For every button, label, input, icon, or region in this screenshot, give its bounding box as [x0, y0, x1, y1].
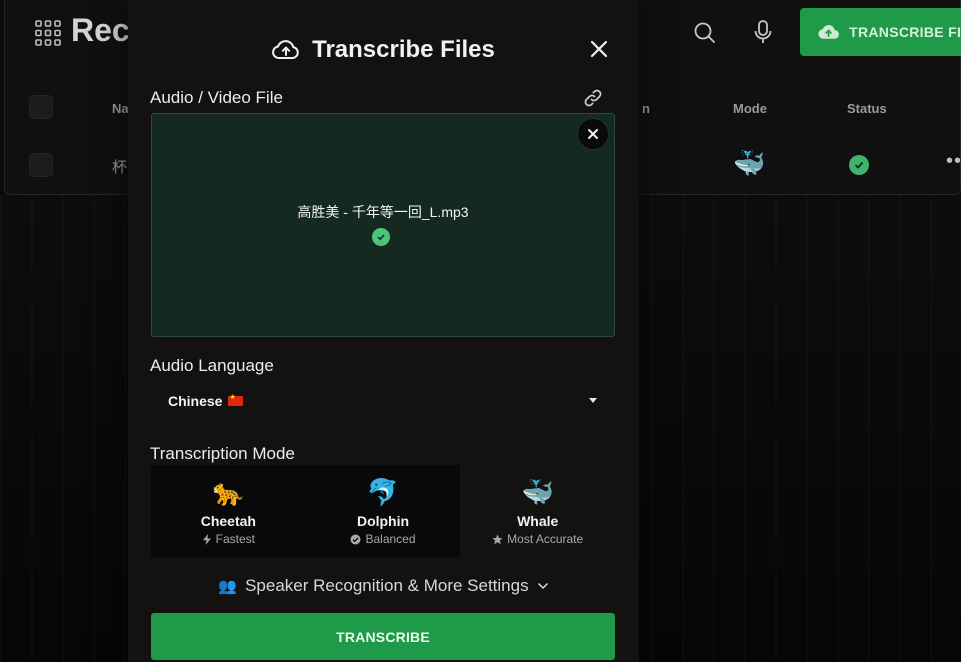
people-icon: 👥	[218, 578, 238, 595]
file-ready-check-icon	[372, 228, 390, 246]
star-icon	[492, 534, 503, 544]
mode-option-dolphin[interactable]: 🐬 Dolphin Balanced	[305, 465, 461, 557]
chevron-down-icon	[589, 398, 597, 403]
mode-option-sub: Most Accurate	[507, 532, 584, 546]
apps-grid-icon[interactable]	[35, 20, 61, 46]
transcribe-files-button[interactable]: TRANSCRIBE FIL	[800, 8, 961, 56]
close-icon	[588, 129, 598, 139]
china-flag-icon	[228, 393, 244, 406]
row-more-icon[interactable]: ••	[946, 150, 961, 173]
transcribe-files-dialog: Transcribe Files Audio / Video File 高胜美 …	[128, 0, 639, 662]
whale-icon: 🐳	[521, 477, 554, 507]
column-header-mode[interactable]: Mode	[733, 101, 767, 116]
link-icon[interactable]	[583, 88, 603, 108]
mode-option-sub: Balanced	[365, 532, 416, 546]
dialog-header: Transcribe Files	[128, 30, 639, 70]
mode-option-sub: Fastest	[215, 532, 256, 546]
language-section-label: Audio Language	[150, 356, 274, 375]
mode-section-label: Transcription Mode	[150, 444, 295, 463]
mode-option-whale-selected[interactable]: 🐳 Whale Most Accurate	[460, 465, 615, 557]
chevron-down-icon	[537, 582, 548, 590]
mode-option-name: Whale	[517, 513, 559, 529]
cloud-upload-icon	[818, 24, 839, 39]
file-section-label: Audio / Video File	[150, 88, 283, 107]
row-checkbox[interactable]	[29, 153, 53, 177]
mode-option-name: Dolphin	[356, 513, 410, 529]
transcription-mode-selector: 🐆 Cheetah Fastest 🐬 Dolphin Balanced 🐳 W…	[151, 465, 615, 557]
select-all-checkbox[interactable]	[29, 95, 53, 119]
check-circle-icon	[350, 534, 361, 544]
search-icon[interactable]	[692, 20, 718, 46]
more-settings-label: Speaker Recognition & More Settings	[245, 576, 529, 595]
dialog-title: Transcribe Files	[312, 36, 495, 63]
selected-file-name: 高胜美 - 千年等一回_L.mp3	[297, 204, 469, 220]
language-select[interactable]: Chinese	[150, 384, 616, 418]
dolphin-icon: 🐬	[366, 477, 400, 507]
column-header-partial: n	[642, 101, 650, 116]
close-icon	[590, 40, 608, 58]
mode-option-cheetah[interactable]: 🐆 Cheetah Fastest	[151, 465, 306, 557]
row-mode-whale-icon: 🐳	[733, 148, 766, 178]
close-dialog-button[interactable]	[588, 38, 610, 60]
cheetah-icon: 🐆	[212, 477, 245, 507]
language-select-value: Chinese	[168, 393, 223, 409]
more-settings-toggle[interactable]: 👥 Speaker Recognition & More Settings	[128, 574, 639, 598]
microphone-icon[interactable]	[750, 19, 776, 45]
column-header-name[interactable]: Na	[112, 101, 129, 116]
bolt-icon	[202, 533, 211, 545]
remove-file-button[interactable]	[577, 118, 609, 150]
column-header-status[interactable]: Status	[847, 101, 887, 116]
cloud-upload-icon	[272, 40, 299, 59]
row-status-complete-icon	[849, 155, 869, 175]
transcribe-submit-button[interactable]: TRANSCRIBE	[151, 613, 615, 660]
transcribe-files-button-label: TRANSCRIBE FIL	[849, 24, 961, 40]
mode-option-name: Cheetah	[200, 513, 256, 529]
file-dropzone[interactable]	[151, 113, 615, 337]
row-file-name[interactable]: 杯	[112, 156, 127, 177]
